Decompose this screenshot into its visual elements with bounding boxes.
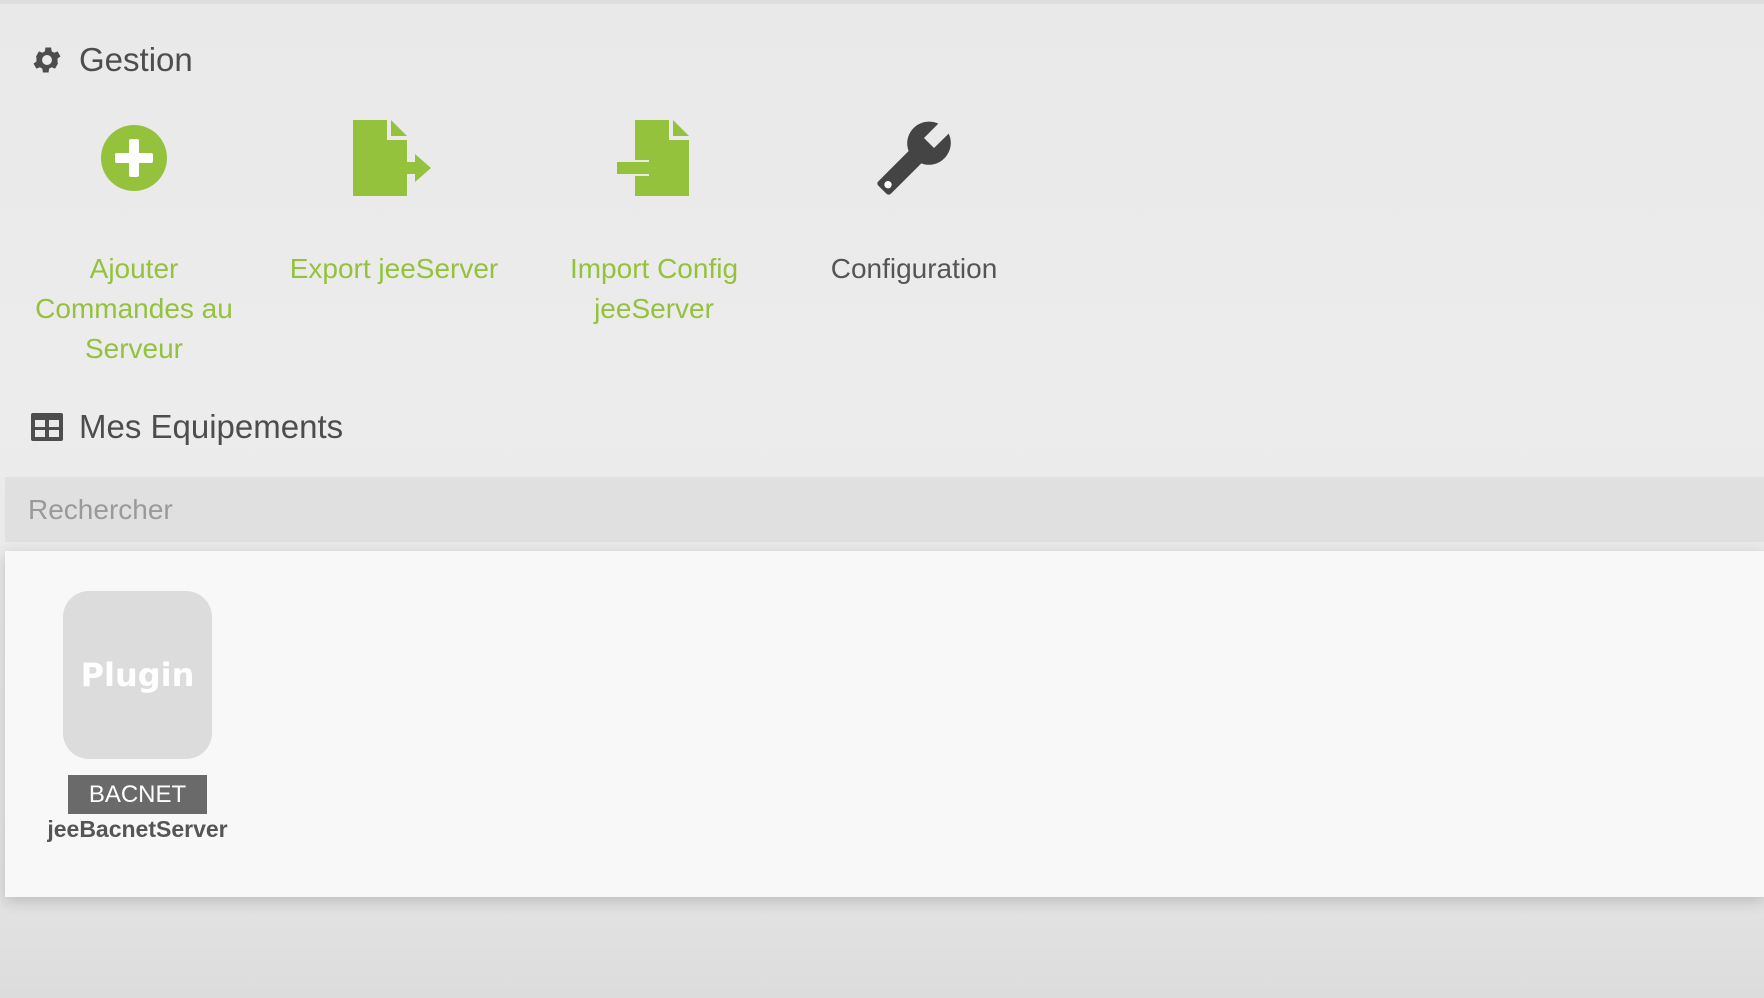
equipment-name: jeeBacnetServer <box>47 816 228 842</box>
wrench-icon <box>789 115 1039 201</box>
gear-icon <box>29 42 65 78</box>
import-config-button[interactable]: Import Config jeeServer <box>529 115 779 329</box>
file-import-icon <box>529 115 779 201</box>
equipment-card[interactable]: Plugin BACNET jeeBacnetServer <box>45 591 230 843</box>
plugin-thumbnail-text: Plugin <box>80 656 195 694</box>
configuration-button[interactable]: Configuration <box>789 115 1039 289</box>
search-input[interactable] <box>5 477 1764 542</box>
section-equipements-label: Mes Equipements <box>79 408 344 445</box>
section-equipements-title: Mes Equipements <box>29 407 343 447</box>
section-gestion-label: Gestion <box>79 41 193 78</box>
plugin-thumbnail: Plugin <box>63 591 212 759</box>
import-config-label: Import Config jeeServer <box>569 253 739 324</box>
table-icon <box>29 409 65 445</box>
add-commands-label: Ajouter Commandes au Serveur <box>35 253 233 364</box>
top-divider <box>0 0 1764 4</box>
add-commands-button[interactable]: Ajouter Commandes au Serveur <box>9 115 259 369</box>
configuration-label: Configuration <box>830 253 998 284</box>
equipment-panel: Plugin BACNET jeeBacnetServer <box>5 551 1764 897</box>
plus-circle-icon <box>9 115 259 201</box>
section-gestion-title: Gestion <box>29 40 193 80</box>
file-export-icon <box>269 115 519 201</box>
equipment-type-badge: BACNET <box>68 775 207 814</box>
export-jeeserver-button[interactable]: Export jeeServer <box>269 115 519 289</box>
export-jeeserver-label: Export jeeServer <box>289 253 499 284</box>
